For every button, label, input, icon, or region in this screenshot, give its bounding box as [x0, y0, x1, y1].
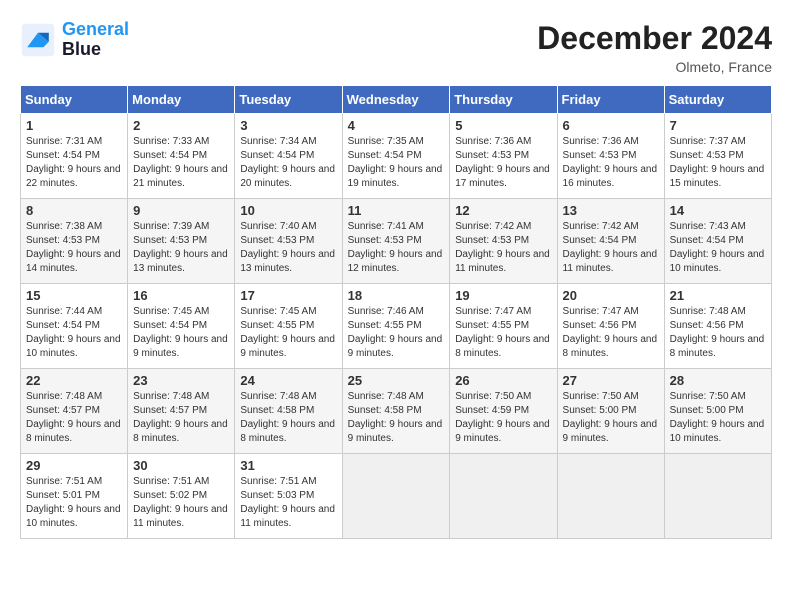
table-row: 27 Sunrise: 7:50 AM Sunset: 5:00 PM Dayl… [557, 369, 664, 454]
title-block: December 2024 Olmeto, France [537, 20, 772, 75]
calendar-week: 22 Sunrise: 7:48 AM Sunset: 4:57 PM Dayl… [21, 369, 772, 454]
col-tuesday: Tuesday [235, 86, 342, 114]
table-row: 31 Sunrise: 7:51 AM Sunset: 5:03 PM Dayl… [235, 454, 342, 539]
location: Olmeto, France [537, 59, 772, 75]
table-row: 9 Sunrise: 7:39 AM Sunset: 4:53 PM Dayli… [128, 199, 235, 284]
table-row: 30 Sunrise: 7:51 AM Sunset: 5:02 PM Dayl… [128, 454, 235, 539]
empty-cell [557, 454, 664, 539]
table-row: 7 Sunrise: 7:37 AM Sunset: 4:53 PM Dayli… [664, 114, 771, 199]
empty-cell [342, 454, 450, 539]
table-row: 17 Sunrise: 7:45 AM Sunset: 4:55 PM Dayl… [235, 284, 342, 369]
empty-cell [664, 454, 771, 539]
col-monday: Monday [128, 86, 235, 114]
table-row: 5 Sunrise: 7:36 AM Sunset: 4:53 PM Dayli… [450, 114, 557, 199]
header-row: Sunday Monday Tuesday Wednesday Thursday… [21, 86, 772, 114]
calendar-week: 29 Sunrise: 7:51 AM Sunset: 5:01 PM Dayl… [21, 454, 772, 539]
table-row: 15 Sunrise: 7:44 AM Sunset: 4:54 PM Dayl… [21, 284, 128, 369]
col-wednesday: Wednesday [342, 86, 450, 114]
page-header: General Blue December 2024 Olmeto, Franc… [20, 20, 772, 75]
logo: General Blue [20, 20, 129, 60]
table-row: 8 Sunrise: 7:38 AM Sunset: 4:53 PM Dayli… [21, 199, 128, 284]
table-row: 6 Sunrise: 7:36 AM Sunset: 4:53 PM Dayli… [557, 114, 664, 199]
table-row: 16 Sunrise: 7:45 AM Sunset: 4:54 PM Dayl… [128, 284, 235, 369]
calendar-week: 8 Sunrise: 7:38 AM Sunset: 4:53 PM Dayli… [21, 199, 772, 284]
table-row: 22 Sunrise: 7:48 AM Sunset: 4:57 PM Dayl… [21, 369, 128, 454]
table-row: 19 Sunrise: 7:47 AM Sunset: 4:55 PM Dayl… [450, 284, 557, 369]
col-sunday: Sunday [21, 86, 128, 114]
table-row: 20 Sunrise: 7:47 AM Sunset: 4:56 PM Dayl… [557, 284, 664, 369]
table-row: 28 Sunrise: 7:50 AM Sunset: 5:00 PM Dayl… [664, 369, 771, 454]
table-row: 11 Sunrise: 7:41 AM Sunset: 4:53 PM Dayl… [342, 199, 450, 284]
table-row: 29 Sunrise: 7:51 AM Sunset: 5:01 PM Dayl… [21, 454, 128, 539]
table-row: 25 Sunrise: 7:48 AM Sunset: 4:58 PM Dayl… [342, 369, 450, 454]
col-thursday: Thursday [450, 86, 557, 114]
table-row: 26 Sunrise: 7:50 AM Sunset: 4:59 PM Dayl… [450, 369, 557, 454]
calendar-table: Sunday Monday Tuesday Wednesday Thursday… [20, 85, 772, 539]
logo-icon [20, 22, 56, 58]
col-saturday: Saturday [664, 86, 771, 114]
table-row: 3 Sunrise: 7:34 AM Sunset: 4:54 PM Dayli… [235, 114, 342, 199]
empty-cell [450, 454, 557, 539]
col-friday: Friday [557, 86, 664, 114]
table-row: 23 Sunrise: 7:48 AM Sunset: 4:57 PM Dayl… [128, 369, 235, 454]
table-row: 14 Sunrise: 7:43 AM Sunset: 4:54 PM Dayl… [664, 199, 771, 284]
table-row: 2 Sunrise: 7:33 AM Sunset: 4:54 PM Dayli… [128, 114, 235, 199]
table-row: 1 Sunrise: 7:31 AM Sunset: 4:54 PM Dayli… [21, 114, 128, 199]
table-row: 24 Sunrise: 7:48 AM Sunset: 4:58 PM Dayl… [235, 369, 342, 454]
calendar-week: 15 Sunrise: 7:44 AM Sunset: 4:54 PM Dayl… [21, 284, 772, 369]
calendar-body: 1 Sunrise: 7:31 AM Sunset: 4:54 PM Dayli… [21, 114, 772, 539]
table-row: 10 Sunrise: 7:40 AM Sunset: 4:53 PM Dayl… [235, 199, 342, 284]
logo-text: General Blue [62, 20, 129, 60]
table-row: 21 Sunrise: 7:48 AM Sunset: 4:56 PM Dayl… [664, 284, 771, 369]
table-row: 13 Sunrise: 7:42 AM Sunset: 4:54 PM Dayl… [557, 199, 664, 284]
table-row: 4 Sunrise: 7:35 AM Sunset: 4:54 PM Dayli… [342, 114, 450, 199]
table-row: 18 Sunrise: 7:46 AM Sunset: 4:55 PM Dayl… [342, 284, 450, 369]
calendar-week: 1 Sunrise: 7:31 AM Sunset: 4:54 PM Dayli… [21, 114, 772, 199]
month-title: December 2024 [537, 20, 772, 57]
table-row: 12 Sunrise: 7:42 AM Sunset: 4:53 PM Dayl… [450, 199, 557, 284]
